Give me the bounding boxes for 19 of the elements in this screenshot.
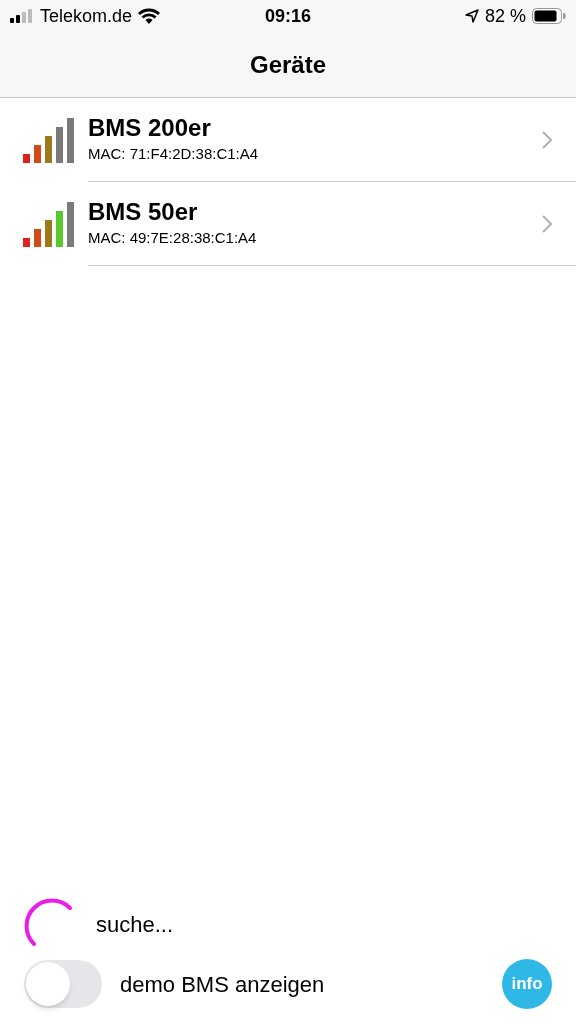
mac-address: MAC: 49:7E:28:38:C1:A4 (88, 228, 258, 249)
device-row[interactable]: BMS 50er MAC: 49:7E:28:38:C1:A4 (0, 182, 576, 266)
location-arrow-icon (465, 9, 479, 23)
battery-percentage: 82 % (485, 4, 526, 28)
carrier-name: Telekom.de (40, 4, 133, 28)
battery-icon (532, 8, 566, 24)
wifi-icon (138, 8, 161, 24)
chevron-right-icon (542, 214, 552, 233)
chevron-right-icon (542, 130, 552, 149)
mac-address: MAC: 71:F4:2D:38:C1:A4 (88, 144, 260, 165)
device-name: BMS 200er (88, 113, 212, 144)
toggle-label: demo BMS anzeigen (120, 970, 326, 999)
cell-signal-icon (10, 9, 34, 23)
screen-title: Geräte (249, 49, 326, 80)
device-row[interactable]: BMS 200er MAC: 71:F4:2D:38:C1:A4 (0, 98, 576, 182)
device-name: BMS 50er (88, 197, 199, 228)
search-status: suche... (96, 910, 174, 939)
demo-toggle-switch[interactable] (24, 960, 102, 1008)
clock-time: 09:16 (265, 4, 312, 28)
